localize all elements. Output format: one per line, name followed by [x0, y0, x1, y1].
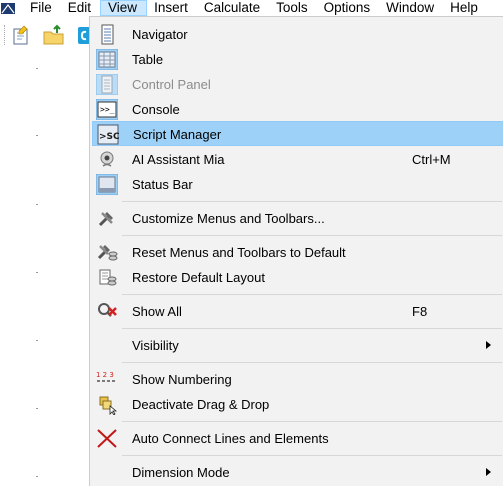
svg-text:>SC: >SC [99, 132, 119, 142]
menu-item-label: Visibility [132, 338, 179, 353]
drag-drop-icon [96, 394, 118, 415]
menu-tools[interactable]: Tools [269, 0, 317, 16]
menu-item-show-all[interactable]: Show All F8 [92, 299, 503, 324]
grid-dot [36, 135, 38, 136]
menu-item-drag-drop[interactable]: Deactivate Drag & Drop [92, 392, 503, 417]
grid-dot [36, 340, 38, 341]
menu-item-reset-toolbars[interactable]: Reset Menus and Toolbars to Default [92, 240, 503, 265]
grid-dot [36, 408, 38, 409]
menu-item-label: Reset Menus and Toolbars to Default [132, 245, 346, 260]
menu-item-label: Show Numbering [132, 372, 232, 387]
toolbar [0, 16, 90, 56]
menu-view[interactable]: View [100, 0, 148, 16]
menu-item-label: Show All [132, 304, 182, 319]
menu-item-table[interactable]: Table [92, 47, 503, 72]
menu-item-label: Script Manager [133, 127, 222, 142]
menu-separator [122, 294, 502, 295]
menu-separator [122, 362, 502, 363]
menu-separator [122, 455, 502, 456]
toolbar-grip[interactable] [4, 25, 6, 45]
menu-help[interactable]: Help [443, 0, 487, 16]
tools-icon [96, 208, 118, 229]
menu-item-label: Table [132, 52, 164, 67]
console-icon: >>_ [96, 99, 118, 120]
control-panel-icon [96, 74, 118, 95]
menu-item-label: Auto Connect Lines and Elements [132, 431, 329, 446]
menu-item-label: Dimension Mode [132, 465, 230, 480]
script-manager-icon: >SC [97, 124, 119, 145]
svg-text:>>_: >>_ [100, 105, 115, 114]
menu-item-label: Deactivate Drag & Drop [132, 397, 270, 412]
submenu-arrow-icon [486, 468, 491, 476]
menu-item-console[interactable]: >>_ Console [92, 97, 503, 122]
auto-connect-icon [96, 428, 118, 449]
menu-item-label: Control Panel [132, 77, 211, 92]
view-menu-dropdown: Navigator Table Control Panel >>_ Consol… [89, 16, 503, 486]
menu-item-customize[interactable]: Customize Menus and Toolbars... [92, 206, 503, 231]
restore-layout-icon [96, 267, 118, 288]
shortcut-label: F8 [412, 304, 428, 319]
open-folder-icon[interactable] [42, 23, 64, 47]
app-logo-icon [1, 2, 15, 15]
numbering-icon: 1 2 3 [96, 369, 118, 390]
navigator-icon [96, 24, 118, 45]
menu-item-visibility[interactable]: Visibility [92, 333, 503, 358]
ai-assistant-icon [96, 149, 118, 170]
menu-item-navigator[interactable]: Navigator [92, 22, 503, 47]
grid-dot [36, 272, 38, 273]
menu-calculate[interactable]: Calculate [197, 0, 269, 16]
menu-separator [122, 235, 502, 236]
menu-separator [122, 201, 502, 202]
menu-item-label: Status Bar [132, 177, 193, 192]
menu-window[interactable]: Window [379, 0, 443, 16]
shortcut-label: Ctrl+M [412, 152, 451, 167]
menu-item-script-manager[interactable]: >SC Script Manager [92, 121, 503, 146]
menu-item-dimension-mode[interactable]: Dimension Mode [92, 460, 503, 485]
menu-separator [122, 328, 502, 329]
workspace-area [0, 56, 90, 484]
menu-item-control-panel[interactable]: Control Panel [92, 72, 503, 97]
menu-separator [122, 421, 502, 422]
menu-item-restore-layout[interactable]: Restore Default Layout [92, 265, 503, 290]
menu-item-label: Console [132, 102, 180, 117]
menu-options[interactable]: Options [317, 0, 380, 16]
svg-text:1 2 3: 1 2 3 [96, 371, 114, 379]
menu-file[interactable]: File [23, 0, 61, 16]
menu-insert[interactable]: Insert [147, 0, 197, 16]
menu-item-auto-connect[interactable]: Auto Connect Lines and Elements [92, 426, 503, 451]
menu-item-status-bar[interactable]: Status Bar [92, 172, 503, 197]
grid-dot [36, 476, 38, 477]
grid-dot [36, 68, 38, 69]
menu-item-label: AI Assistant Mia [132, 152, 225, 167]
menu-item-label: Restore Default Layout [132, 270, 265, 285]
status-bar-icon [96, 174, 118, 195]
reset-tools-icon [96, 242, 118, 263]
menu-item-label: Customize Menus and Toolbars... [132, 211, 325, 226]
menu-item-ai-assistant[interactable]: AI Assistant Mia Ctrl+M [92, 147, 503, 172]
table-icon [96, 49, 118, 70]
submenu-arrow-icon [486, 341, 491, 349]
show-all-icon [96, 301, 118, 322]
menu-item-show-numbering[interactable]: 1 2 3 Show Numbering [92, 367, 503, 392]
grid-dot [36, 204, 38, 205]
menu-edit[interactable]: Edit [61, 0, 100, 16]
new-model-icon[interactable] [11, 23, 33, 47]
menu-bar: File Edit View Insert Calculate Tools Op… [0, 0, 503, 16]
app-c-icon[interactable] [76, 23, 90, 47]
menu-item-label: Navigator [132, 27, 188, 42]
